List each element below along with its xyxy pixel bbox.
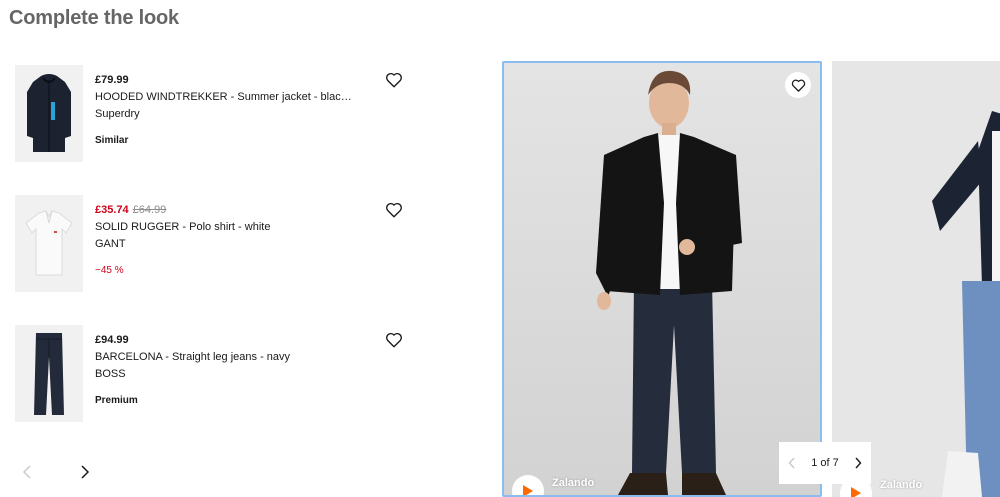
product-name[interactable]: SOLID RUGGER - Polo shirt - white: [95, 219, 365, 236]
outfit-card[interactable]: Zalando: [502, 61, 822, 497]
pager-count: 1 of 7: [811, 457, 839, 469]
chevron-right-icon[interactable]: [854, 457, 862, 469]
chevron-left-icon[interactable]: [17, 462, 37, 482]
product-price: £79.99: [95, 74, 129, 86]
heart-icon[interactable]: [785, 72, 811, 98]
carousel-pager: 1 of 7: [779, 442, 871, 484]
product-image-jeans[interactable]: [15, 325, 83, 422]
heart-icon[interactable]: [385, 71, 403, 89]
product-brand: BOSS: [95, 368, 126, 380]
heart-icon[interactable]: [385, 331, 403, 349]
heart-icon[interactable]: [385, 201, 403, 219]
zalando-logo-icon: [512, 475, 544, 495]
chevron-left-icon[interactable]: [788, 457, 796, 469]
product-price: £35.74 £64.99: [95, 202, 365, 219]
original-price: £64.99: [132, 204, 167, 216]
outfit-photo: [832, 61, 1000, 497]
product-item[interactable]: £35.74 £64.99 SOLID RUGGER - Polo shirt -…: [15, 195, 415, 293]
product-tag-premium: Premium: [95, 395, 138, 406]
outfit-card[interactable]: Zalando: [832, 61, 1000, 497]
brand-badge: Zalando: [512, 475, 594, 495]
outfit-photo: [504, 63, 820, 495]
section-title: Complete the look: [9, 7, 179, 29]
chevron-right-icon[interactable]: [75, 462, 95, 482]
product-brand: Superdry: [95, 108, 140, 120]
sale-price: £35.74: [95, 204, 129, 216]
product-brand: GANT: [95, 238, 126, 250]
product-item[interactable]: £79.99 HOODED WINDTREKKER - Summer jacke…: [15, 65, 415, 163]
product-image-jacket[interactable]: [15, 65, 83, 162]
product-item[interactable]: £94.99 BARCELONA - Straight leg jeans - …: [15, 325, 415, 423]
product-tag-similar[interactable]: Similar: [95, 135, 128, 146]
card-brand-name: Zalando: [552, 477, 595, 489]
product-image-polo[interactable]: [15, 195, 83, 292]
product-name[interactable]: BARCELONA - Straight leg jeans - navy: [95, 349, 365, 366]
card-brand-name: Zalando: [880, 479, 923, 491]
discount-badge: −45 %: [95, 265, 124, 276]
product-price: £94.99: [95, 334, 129, 346]
product-name[interactable]: HOODED WINDTREKKER - Summer jacket - bla…: [95, 89, 365, 106]
